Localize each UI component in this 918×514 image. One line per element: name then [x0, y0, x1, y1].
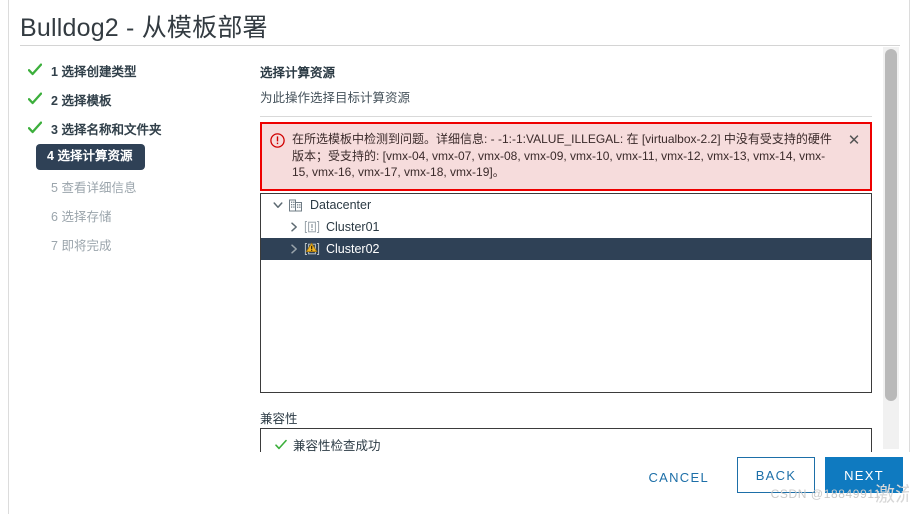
tree-row[interactable]: Cluster02: [261, 238, 871, 260]
sidebar-item-label: 1 选择创建类型: [51, 64, 137, 79]
panel-header: 选择计算资源 为此操作选择目标计算资源: [260, 57, 872, 117]
scrollbar-thumb[interactable]: [885, 49, 897, 401]
sidebar-item-label: 3 选择名称和文件夹: [51, 122, 162, 137]
cancel-button[interactable]: CANCEL: [638, 462, 719, 493]
chevron-down-icon[interactable]: [271, 198, 285, 212]
tree-node-label: Cluster02: [326, 241, 380, 256]
compatibility-heading: 兼容性: [260, 412, 298, 426]
compatibility-status-row: 兼容性检查成功: [261, 429, 871, 454]
check-icon: [27, 121, 43, 135]
check-icon: [27, 92, 43, 106]
sidebar-item-label: 5 查看详细信息: [51, 180, 137, 195]
wizard-steps: 1 选择创建类型 2 选择模板 3 选择名称和文件夹 4 选择计算资源 5 查看…: [9, 57, 249, 260]
tree-row[interactable]: Cluster01: [261, 216, 871, 238]
sidebar-item-label: 7 即将完成: [51, 238, 112, 253]
sidebar-item-step-1[interactable]: 1 选择创建类型: [9, 57, 249, 83]
sidebar-item-step-4[interactable]: 4 选择计算资源: [9, 144, 249, 170]
sidebar-item-label: 6 选择存储: [51, 209, 112, 224]
sidebar-item-step-6[interactable]: 6 选择存储: [9, 202, 249, 228]
close-icon[interactable]: ✕: [846, 132, 862, 148]
error-circle-icon: [270, 133, 285, 148]
cluster-warning-icon: [304, 241, 320, 257]
back-button[interactable]: BACK: [737, 457, 815, 493]
title-divider: [20, 45, 900, 46]
chevron-right-icon[interactable]: [287, 242, 301, 256]
error-message: 在所选模板中检测到问题。详细信息: - -1:-1:VALUE_ILLEGAL:…: [292, 132, 832, 179]
next-button[interactable]: NEXT: [825, 457, 903, 493]
tree-node-label: Cluster01: [326, 219, 380, 234]
cluster-icon: [304, 219, 320, 235]
dialog-footer: CANCEL BACK NEXT: [9, 452, 911, 514]
datacenter-icon: [288, 197, 304, 213]
check-icon: [27, 63, 43, 77]
sidebar-item-step-2[interactable]: 2 选择模板: [9, 86, 249, 112]
error-banner: 在所选模板中检测到问题。详细信息: - -1:-1:VALUE_ILLEGAL:…: [260, 122, 872, 191]
sidebar-item-label: 4 选择计算资源: [36, 144, 146, 170]
panel-title: 选择计算资源: [260, 66, 336, 80]
title-bar: Bulldog2 - 从模板部署: [9, 0, 909, 46]
tree-node-label: Datacenter: [310, 197, 372, 212]
tree-row[interactable]: Datacenter: [261, 194, 871, 216]
sidebar-item-label: 2 选择模板: [51, 93, 112, 108]
panel-divider: [260, 116, 872, 117]
page-title: Bulldog2 - 从模板部署: [20, 14, 268, 42]
wizard-dialog: Bulldog2 - 从模板部署 1 选择创建类型 2 选择模板 3 选择名称和…: [8, 0, 911, 514]
sidebar-item-step-3[interactable]: 3 选择名称和文件夹: [9, 115, 249, 141]
panel-subtitle: 为此操作选择目标计算资源: [260, 91, 411, 105]
compute-resource-tree[interactable]: Datacenter Cluster01 Cluster02: [260, 193, 872, 393]
sidebar-item-step-5[interactable]: 5 查看详细信息: [9, 173, 249, 199]
chevron-right-icon[interactable]: [287, 220, 301, 234]
vertical-scrollbar[interactable]: [883, 47, 899, 449]
check-icon: [275, 439, 287, 451]
sidebar-item-step-7[interactable]: 7 即将完成: [9, 231, 249, 257]
